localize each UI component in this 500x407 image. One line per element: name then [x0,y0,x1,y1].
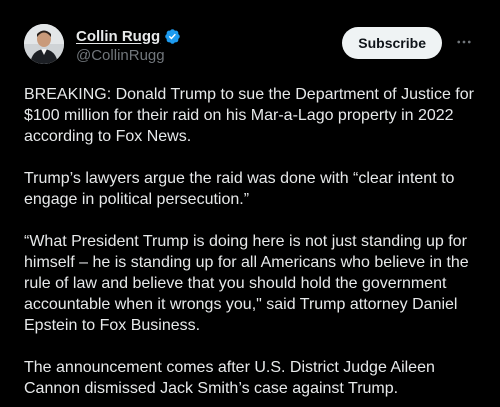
tweet-body: BREAKING: Donald Trump to sue the Depart… [24,84,478,399]
tweet-paragraph: Trump’s lawyers argue the raid was done … [24,170,455,208]
author-display-name[interactable]: Collin Rugg [76,28,160,45]
tweet-header: Collin Rugg @CollinRugg Subscribe [24,22,476,70]
tweet-paragraph: “What President Trump is doing here is n… [24,233,469,334]
tweet-paragraph: The announcement comes after U.S. Distri… [24,359,435,397]
tweet-card: Collin Rugg @CollinRugg Subscribe BREAKI… [0,0,500,407]
subscribe-button[interactable]: Subscribe [342,27,442,59]
author-names: Collin Rugg @CollinRugg [76,26,181,64]
author-handle[interactable]: @CollinRugg [76,47,181,64]
avatar-image [24,24,64,64]
avatar[interactable] [24,24,64,64]
display-name-row: Collin Rugg [76,26,181,46]
verified-badge-icon[interactable] [164,28,181,45]
tweet-paragraph: BREAKING: Donald Trump to sue the Depart… [24,86,474,145]
more-dots-icon[interactable] [452,30,476,54]
